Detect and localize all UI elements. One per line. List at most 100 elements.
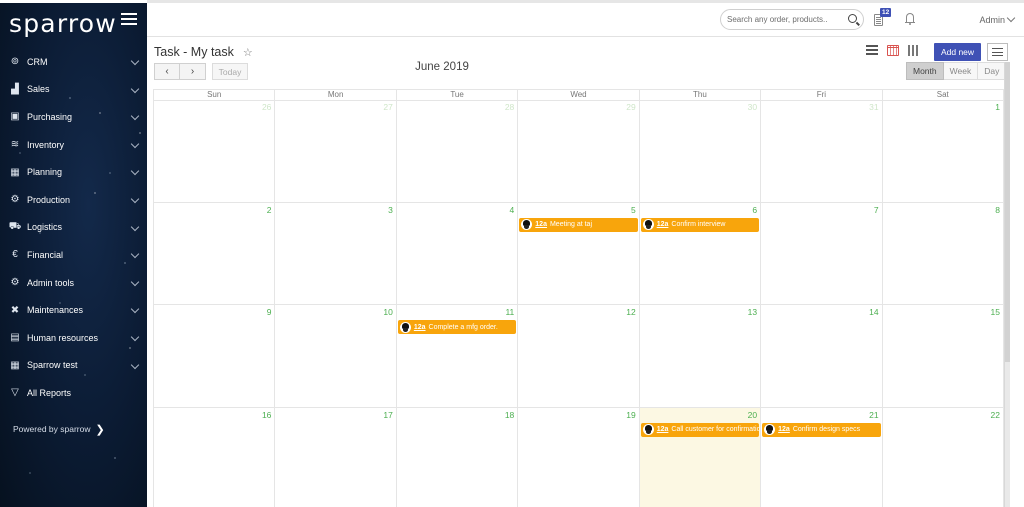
sparrow-logo[interactable]: sparrow — [9, 9, 117, 38]
day-number[interactable]: 17 — [383, 410, 392, 420]
day-number[interactable]: 10 — [383, 307, 392, 317]
calendar-event[interactable]: 12a Meeting at taj — [519, 217, 638, 232]
day-number[interactable]: 1 — [995, 102, 1000, 112]
day-number[interactable]: 5 — [631, 205, 636, 215]
day-cell[interactable]: 1 — [882, 100, 1004, 203]
chevron-down-icon[interactable] — [130, 249, 140, 259]
day-number[interactable]: 3 — [388, 205, 393, 215]
day-cell[interactable]: 11 12a Complete a mfg order. — [396, 305, 519, 408]
more-menu-icon[interactable] — [987, 43, 1008, 61]
day-number[interactable]: 7 — [874, 205, 879, 215]
day-cell[interactable]: 5 12a Meeting at taj — [518, 202, 640, 305]
day-number[interactable]: 8 — [995, 205, 1000, 215]
search-icon[interactable] — [848, 14, 857, 23]
day-cell[interactable]: 8 — [882, 202, 1004, 305]
chevron-down-icon[interactable] — [130, 56, 140, 66]
notifications-bell-icon[interactable] — [905, 13, 915, 25]
sidebar-item-purchasing[interactable]: ▣ Purchasing — [0, 103, 147, 131]
calendar-event[interactable]: 12a Confirm interview — [640, 217, 760, 232]
day-cell[interactable]: 30 — [639, 100, 762, 203]
day-cell[interactable]: 13 — [639, 305, 762, 408]
tab-day[interactable]: Day — [978, 62, 1007, 80]
sidebar-item-production[interactable]: ⚙ Production — [0, 186, 147, 214]
day-number[interactable]: 19 — [626, 410, 635, 420]
tab-month[interactable]: Month — [906, 62, 944, 80]
day-cell[interactable]: 27 — [275, 100, 397, 203]
day-cell[interactable]: 3 — [275, 202, 397, 305]
kanban-view-icon[interactable] — [908, 45, 920, 56]
calendar-event[interactable]: 12a Confirm design specs — [762, 422, 881, 437]
day-number[interactable]: 28 — [505, 102, 514, 112]
day-cell[interactable]: 28 — [396, 100, 519, 203]
calendar-scrollbar[interactable] — [1004, 62, 1010, 507]
day-number[interactable]: 27 — [383, 102, 392, 112]
day-number[interactable]: 26 — [262, 102, 271, 112]
day-number[interactable]: 2 — [267, 205, 272, 215]
tab-week[interactable]: Week — [943, 62, 979, 80]
day-cell[interactable]: 10 — [275, 305, 397, 408]
user-menu[interactable]: Admin — [979, 13, 1016, 25]
day-cell[interactable]: 29 — [518, 100, 640, 203]
global-search-input[interactable]: Search any order, products.. — [720, 9, 864, 30]
day-number[interactable]: 18 — [505, 410, 514, 420]
day-cell[interactable]: 6 12a Confirm interview — [639, 202, 762, 305]
sidebar-item-sparrow-test[interactable]: ▦ Sparrow test — [0, 352, 147, 380]
day-cell[interactable]: 22 — [883, 407, 1004, 507]
sidebar-item-all-reports[interactable]: ▽ All Reports — [0, 379, 147, 407]
chevron-down-icon[interactable] — [130, 277, 140, 286]
sidebar-item-sales[interactable]: ▟ Sales — [0, 76, 147, 104]
day-cell-today[interactable]: 20 12a Call customer for confirmation — [639, 407, 762, 507]
sidebar-item-planning[interactable]: ▦ Planning — [0, 158, 147, 186]
day-number[interactable]: 31 — [869, 102, 878, 112]
day-cell[interactable]: 14 — [761, 305, 883, 408]
chevron-down-icon[interactable] — [130, 111, 140, 121]
day-cell[interactable]: 7 — [761, 202, 883, 305]
day-cell[interactable]: 15 — [882, 305, 1004, 408]
day-number[interactable]: 15 — [991, 307, 1000, 317]
add-new-button[interactable]: Add new — [934, 43, 981, 61]
day-number[interactable]: 21 — [869, 410, 878, 420]
calendar-view-icon[interactable] — [887, 45, 899, 56]
calendar-event[interactable]: 12a Complete a mfg order. — [397, 320, 517, 334]
day-cell[interactable]: 4 — [396, 202, 519, 305]
day-number[interactable]: 4 — [510, 205, 515, 215]
sidebar-toggle-hamburger-icon[interactable] — [121, 13, 137, 25]
day-number[interactable]: 13 — [748, 307, 757, 317]
sidebar-item-logistics[interactable]: ⛟ Logistics — [0, 214, 147, 242]
chevron-down-icon[interactable] — [130, 305, 140, 314]
day-cell[interactable]: 17 — [275, 407, 397, 507]
chevron-down-icon[interactable] — [130, 332, 140, 342]
day-number[interactable]: 16 — [262, 410, 271, 420]
chevron-down-icon[interactable] — [130, 222, 140, 231]
day-number[interactable]: 22 — [991, 410, 1000, 420]
sidebar-item-human-resources[interactable]: ▤ Human resources — [0, 324, 147, 352]
sidebar-item-admin-tools[interactable]: ⚙ Admin tools — [0, 269, 147, 297]
sidebar-item-crm[interactable]: ⊚ CRM — [0, 48, 147, 76]
chevron-down-icon[interactable] — [130, 167, 140, 176]
favorite-star-icon[interactable]: ☆ — [243, 46, 253, 59]
day-cell[interactable]: 19 — [518, 407, 640, 507]
chevron-down-icon[interactable] — [130, 139, 140, 149]
day-cell[interactable]: 2 — [154, 202, 276, 305]
day-cell[interactable]: 12 — [518, 305, 640, 408]
day-cell[interactable]: 21 12a Confirm design specs — [761, 407, 883, 507]
chevron-down-icon[interactable] — [130, 84, 140, 93]
day-number[interactable]: 12 — [626, 307, 635, 317]
day-number[interactable]: 30 — [748, 102, 757, 112]
day-number[interactable]: 20 — [748, 410, 757, 420]
day-cell[interactable]: 26 — [154, 100, 276, 203]
day-number[interactable]: 14 — [869, 307, 878, 317]
day-number[interactable]: 6 — [752, 205, 757, 215]
day-cell[interactable]: 16 — [154, 407, 276, 507]
sidebar-item-inventory[interactable]: ≋ Inventory — [0, 131, 147, 159]
calendar-event[interactable]: 12a Call customer for confirmation — [640, 422, 760, 437]
day-number[interactable]: 11 — [505, 307, 514, 317]
day-cell[interactable]: 18 — [397, 407, 519, 507]
day-number[interactable]: 29 — [626, 102, 635, 112]
day-cell[interactable]: 9 — [154, 305, 276, 408]
sidebar-item-financial[interactable]: € Financial — [0, 241, 147, 269]
chevron-down-icon[interactable] — [130, 360, 140, 369]
list-view-icon[interactable] — [866, 45, 878, 56]
day-cell[interactable]: 31 — [761, 100, 883, 203]
scrollbar-thumb[interactable] — [1005, 62, 1010, 362]
